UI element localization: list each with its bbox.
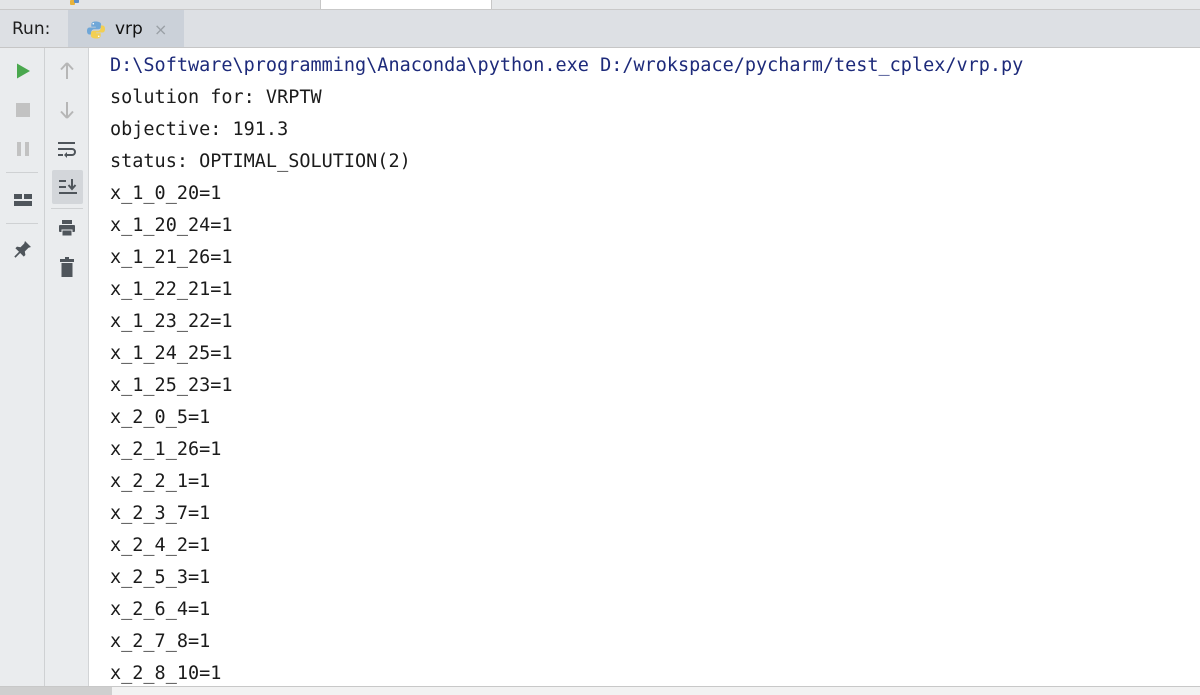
- console-line: objective: 191.3: [110, 119, 289, 140]
- python-file-icon: [86, 20, 106, 40]
- console-line: x_1_25_23=1: [110, 375, 233, 396]
- editor-tab-active[interactable]: [321, 0, 492, 9]
- layout-icon: [14, 194, 32, 206]
- close-icon[interactable]: ×: [154, 20, 167, 39]
- toolbar-divider: [6, 172, 38, 173]
- console-output[interactable]: D:\Software\programming\Anaconda\python.…: [90, 48, 1200, 686]
- console-line: x_1_23_22=1: [110, 311, 233, 332]
- pin-icon: [14, 241, 32, 258]
- scroll-to-end-icon: [58, 179, 77, 194]
- console-line: solution for: VRPTW: [110, 87, 322, 108]
- run-toolbar-secondary: [45, 48, 89, 688]
- pause-button[interactable]: [8, 134, 38, 164]
- console-line: x_2_7_8=1: [110, 631, 211, 652]
- scroll-down-button[interactable]: [52, 95, 82, 125]
- console-line: x_1_22_21=1: [110, 279, 233, 300]
- file-icon: [70, 0, 80, 6]
- run-tab-vrp[interactable]: vrp ×: [68, 10, 184, 47]
- rerun-button[interactable]: [8, 56, 38, 86]
- play-icon: [17, 63, 30, 79]
- run-toolbar-primary: [0, 48, 45, 688]
- editor-tab-strip: [0, 0, 1200, 10]
- clear-all-button[interactable]: [52, 252, 82, 282]
- stop-button[interactable]: [8, 95, 38, 125]
- arrow-up-icon: [60, 62, 74, 79]
- arrow-down-icon: [60, 102, 74, 119]
- pause-icon: [17, 142, 29, 156]
- soft-wrap-button[interactable]: [52, 134, 82, 164]
- console-line: x_2_8_10=1: [110, 663, 222, 684]
- console-line: x_2_5_3=1: [110, 567, 211, 588]
- console-line: x_2_2_1=1: [110, 471, 211, 492]
- editor-tab-inactive[interactable]: [0, 0, 321, 9]
- run-label: Run:: [12, 19, 51, 39]
- scroll-to-end-button[interactable]: [52, 170, 83, 204]
- trash-icon: [60, 257, 74, 277]
- toolbar-divider: [51, 208, 83, 209]
- restore-layout-button[interactable]: [8, 185, 38, 215]
- console-command-line: D:\Software\programming\Anaconda\python.…: [110, 55, 1024, 76]
- console-line: x_1_20_24=1: [110, 215, 233, 236]
- console-line: status: OPTIMAL_SOLUTION(2): [110, 151, 411, 172]
- run-tab-label: vrp: [115, 19, 143, 39]
- horizontal-scrollbar[interactable]: [0, 686, 1200, 695]
- print-icon: [59, 220, 75, 237]
- scroll-up-button[interactable]: [52, 56, 82, 86]
- print-button[interactable]: [52, 213, 82, 243]
- toolbar-divider: [6, 223, 38, 224]
- console-line: x_1_24_25=1: [110, 343, 233, 364]
- run-tool-window-header: Run: vrp ×: [0, 10, 1200, 48]
- console-line: x_1_0_20=1: [110, 183, 222, 204]
- stop-icon: [16, 103, 30, 117]
- console-line: x_1_21_26=1: [110, 247, 233, 268]
- scrollbar-thumb[interactable]: [0, 687, 112, 695]
- console-line: x_2_1_26=1: [110, 439, 222, 460]
- pin-tab-button[interactable]: [8, 234, 38, 264]
- soft-wrap-icon: [58, 142, 76, 158]
- console-line: x_2_3_7=1: [110, 503, 211, 524]
- console-line: x_2_6_4=1: [110, 599, 211, 620]
- console-line: x_2_4_2=1: [110, 535, 211, 556]
- console-line: x_2_0_5=1: [110, 407, 211, 428]
